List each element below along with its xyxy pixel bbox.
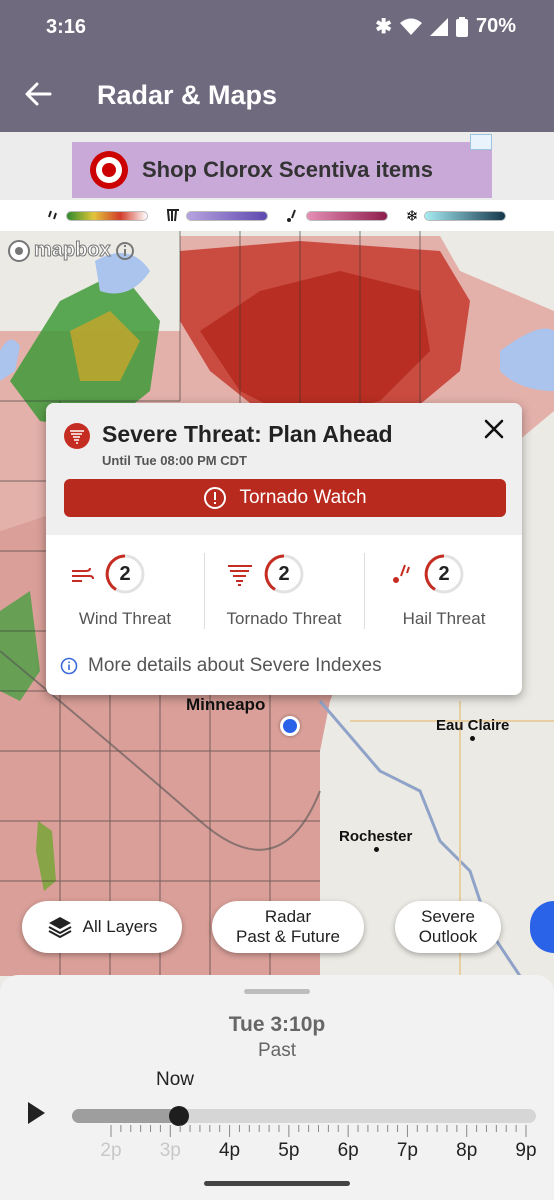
timeline-slider[interactable] — [72, 1109, 536, 1123]
popup-title: Severe Threat: Plan Ahead — [102, 421, 393, 447]
wind-threat-label: Wind Threat — [78, 609, 172, 628]
page-title: Radar & Maps — [97, 80, 278, 110]
status-icons: ✱ 70% — [375, 14, 516, 39]
severe-threat-popup: Severe Threat: Plan Ahead Until Tue 08:0… — [46, 403, 522, 695]
place-label-eau-claire: Eau Claire — [436, 717, 510, 734]
legend-rain — [47, 209, 148, 223]
timeline-mode: Past — [257, 1040, 297, 1061]
timeline-hour-label[interactable]: 2p — [91, 1140, 131, 1162]
tornado-watch-button[interactable]: Tornado Watch — [64, 479, 506, 517]
legend-mix-bar — [185, 210, 268, 221]
all-layers-label: All Layers — [82, 917, 158, 936]
ad-banner: Shop Clorox Scentiva items — [0, 132, 554, 200]
place-label-rochester: Rochester — [339, 828, 413, 845]
timeline-panel: Tue 3:10p Past Now 2p 3p 4p 5p 6p 7p 8p 9p — [0, 975, 554, 1200]
info-icon — [60, 657, 78, 675]
bluetooth-icon: ✱ — [375, 16, 392, 38]
legend-snow: ❄ — [406, 207, 507, 225]
app-bar: Radar & Maps — [0, 58, 554, 132]
alert-circle-icon — [204, 487, 227, 509]
adchoices-icon[interactable] — [470, 134, 492, 150]
city-dot-eau-claire — [470, 736, 475, 741]
ad-content[interactable]: Shop Clorox Scentiva items — [72, 142, 492, 198]
snow-icon: ❄ — [405, 207, 419, 225]
timeline-progress — [72, 1109, 179, 1123]
legend-rain-bar — [65, 210, 148, 221]
target-logo-icon — [90, 151, 128, 189]
legend-snow-bar — [424, 210, 507, 221]
radar-label-line2: Past & Future — [236, 927, 340, 946]
timeline-thumb[interactable] — [168, 1106, 189, 1126]
threat-hail[interactable]: 2 Hail Threat — [365, 553, 522, 633]
play-icon[interactable] — [28, 1102, 45, 1124]
gesture-bar — [204, 1181, 350, 1186]
legend-mix — [166, 208, 268, 223]
close-icon[interactable] — [480, 415, 508, 443]
radar-past-future-button[interactable]: Radar Past & Future — [212, 901, 364, 953]
mixed-precip-icon — [166, 208, 179, 221]
severe-outlook-button[interactable]: Severe Outlook — [395, 901, 501, 953]
tornado-threat-label: Tornado Threat — [226, 609, 342, 628]
city-dot-rochester — [374, 847, 379, 852]
timeline-hour-label[interactable]: 3p — [150, 1140, 190, 1162]
timeline-time: Tue 3:10p — [228, 1013, 326, 1036]
timeline-hour-label[interactable]: 9p — [506, 1140, 546, 1162]
tornado-badge-icon — [64, 423, 90, 449]
severe-indexes-text: More details about Severe Indexes — [88, 655, 382, 676]
severe-label-line1: Severe — [421, 907, 475, 926]
layers-icon — [48, 917, 72, 939]
timeline-hour-label[interactable]: 4p — [210, 1140, 250, 1162]
wind-icon — [72, 567, 94, 582]
timeline-hour-label[interactable]: 5p — [269, 1140, 309, 1162]
wind-threat-level: 2 — [119, 563, 131, 585]
mapbox-logo[interactable]: mapbox — [8, 239, 135, 262]
tornado-icon — [228, 565, 252, 586]
rain-icon — [47, 210, 57, 219]
status-bar: 3:16 ✱ 70% — [0, 0, 554, 58]
ad-text: Shop Clorox Scentiva items — [142, 157, 433, 182]
now-label: Now — [156, 1069, 195, 1090]
status-time: 3:16 — [46, 16, 87, 38]
sleet-icon — [286, 209, 296, 222]
timeline-ticks — [110, 1125, 527, 1137]
severe-label-line2: Outlook — [418, 927, 478, 946]
hail-threat-label: Hail Threat — [402, 609, 486, 628]
back-arrow-icon[interactable] — [22, 78, 54, 110]
radar-legend: ❄ — [0, 200, 554, 231]
tornado-watch-label: Tornado Watch — [239, 487, 367, 508]
all-layers-button[interactable]: All Layers — [22, 901, 182, 953]
battery-icon — [455, 16, 468, 37]
info-icon[interactable] — [115, 241, 135, 261]
hail-threat-level: 2 — [438, 563, 450, 585]
radar-label-line1: Radar — [264, 907, 312, 926]
severe-indexes-link[interactable]: More details about Severe Indexes — [60, 655, 382, 677]
timeline-hour-label[interactable]: 6p — [328, 1140, 368, 1162]
hail-icon — [393, 564, 410, 583]
timeline-hour-label[interactable]: 7p — [387, 1140, 427, 1162]
location-marker[interactable] — [280, 716, 300, 736]
place-label-minneapolis: Minneapo — [186, 695, 266, 714]
timeline-hour-label[interactable]: 8p — [447, 1140, 487, 1162]
mapbox-icon — [8, 239, 30, 262]
legend-sleet-bar — [305, 210, 388, 221]
threat-wind[interactable]: 2 Wind Threat — [46, 553, 204, 633]
wifi-icon — [399, 18, 422, 35]
threat-tornado[interactable]: 2 Tornado Threat — [205, 553, 363, 633]
legend-sleet — [286, 209, 388, 223]
mapbox-text: mapbox — [34, 239, 112, 262]
battery-percent: 70% — [475, 15, 516, 37]
tornado-threat-level: 2 — [278, 563, 290, 585]
popup-subtitle: Until Tue 08:00 PM CDT — [102, 453, 247, 468]
signal-icon — [429, 17, 448, 36]
drag-handle[interactable] — [244, 989, 310, 994]
